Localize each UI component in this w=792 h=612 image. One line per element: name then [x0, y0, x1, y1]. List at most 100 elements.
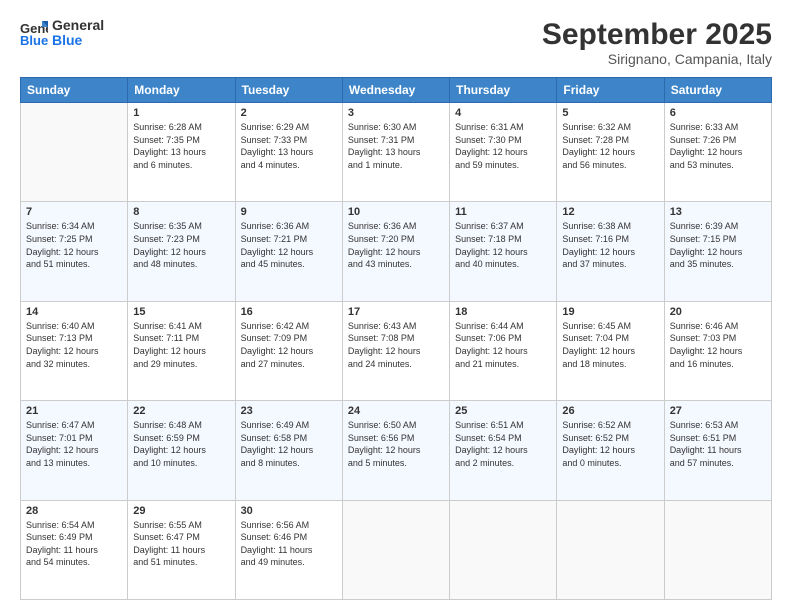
header-row: SundayMondayTuesdayWednesdayThursdayFrid… — [21, 78, 772, 103]
cell-text: Sunrise: 6:45 AM Sunset: 7:04 PM Dayligh… — [562, 320, 658, 370]
calendar-cell: 13 Sunrise: 6:39 AM Sunset: 7:15 PM Dayli… — [664, 202, 771, 301]
logo-blue: Blue — [52, 33, 104, 48]
cell-text: Sunrise: 6:48 AM Sunset: 6:59 PM Dayligh… — [133, 419, 229, 469]
calendar-cell — [21, 103, 128, 202]
cell-text: Sunrise: 6:47 AM Sunset: 7:01 PM Dayligh… — [26, 419, 122, 469]
calendar-cell — [342, 500, 449, 599]
calendar-cell: 24Sunrise: 6:50 AM Sunset: 6:56 PM Dayli… — [342, 401, 449, 500]
day-number: 26 — [562, 405, 658, 417]
cell-text: Sunrise: 6:35 AM Sunset: 7:23 PM Dayligh… — [133, 220, 229, 270]
day-header-sunday: Sunday — [21, 78, 128, 103]
cell-text: Sunrise: 6:28 AM Sunset: 7:35 PM Dayligh… — [133, 121, 229, 171]
day-number: 16 — [241, 306, 337, 318]
cell-text: Sunrise: 6:55 AM Sunset: 6:47 PM Dayligh… — [133, 519, 229, 569]
day-header-saturday: Saturday — [664, 78, 771, 103]
calendar-cell: 2Sunrise: 6:29 AM Sunset: 7:33 PM Daylig… — [235, 103, 342, 202]
calendar-cell: 1Sunrise: 6:28 AM Sunset: 7:35 PM Daylig… — [128, 103, 235, 202]
calendar-cell: 10 Sunrise: 6:36 AM Sunset: 7:20 PM Dayli… — [342, 202, 449, 301]
cell-text: Sunrise: 6:39 AM Sunset: 7:15 PM Dayligh… — [670, 220, 766, 270]
calendar-cell: 28 Sunrise: 6:54 AM Sunset: 6:49 PM Dayli… — [21, 500, 128, 599]
calendar-cell: 14 Sunrise: 6:40 AM Sunset: 7:13 PM Dayli… — [21, 301, 128, 400]
day-number: 13 — [670, 206, 766, 218]
day-number: 30 — [241, 505, 337, 517]
day-number: 19 — [562, 306, 658, 318]
cell-text: Sunrise: 6:37 AM Sunset: 7:18 PM Dayligh… — [455, 220, 551, 270]
calendar-cell: 25Sunrise: 6:51 AM Sunset: 6:54 PM Dayli… — [450, 401, 557, 500]
calendar-cell: 29 Sunrise: 6:55 AM Sunset: 6:47 PM Dayli… — [128, 500, 235, 599]
day-header-monday: Monday — [128, 78, 235, 103]
cell-text: Sunrise: 6:49 AM Sunset: 6:58 PM Dayligh… — [241, 419, 337, 469]
calendar-cell: 11 Sunrise: 6:37 AM Sunset: 7:18 PM Dayli… — [450, 202, 557, 301]
day-number: 22 — [133, 405, 229, 417]
calendar-cell: 3 Sunrise: 6:30 AM Sunset: 7:31 PM Daylig… — [342, 103, 449, 202]
calendar-cell — [664, 500, 771, 599]
month-title: September 2025 — [542, 18, 772, 51]
day-number: 28 — [26, 505, 122, 517]
cell-text: Sunrise: 6:46 AM Sunset: 7:03 PM Dayligh… — [670, 320, 766, 370]
day-number: 14 — [26, 306, 122, 318]
calendar-cell — [450, 500, 557, 599]
cell-text: Sunrise: 6:38 AM Sunset: 7:16 PM Dayligh… — [562, 220, 658, 270]
week-row-2: 7 Sunrise: 6:34 AM Sunset: 7:25 PM Daylig… — [21, 202, 772, 301]
logo: General Blue General Blue — [20, 18, 104, 49]
cell-text: Sunrise: 6:33 AM Sunset: 7:26 PM Dayligh… — [670, 121, 766, 171]
cell-text: Sunrise: 6:43 AM Sunset: 7:08 PM Dayligh… — [348, 320, 444, 370]
day-number: 18 — [455, 306, 551, 318]
cell-text: Sunrise: 6:56 AM Sunset: 6:46 PM Dayligh… — [241, 519, 337, 569]
cell-text: Sunrise: 6:52 AM Sunset: 6:52 PM Dayligh… — [562, 419, 658, 469]
day-number: 20 — [670, 306, 766, 318]
svg-text:Blue: Blue — [20, 33, 48, 47]
cell-text: Sunrise: 6:53 AM Sunset: 6:51 PM Dayligh… — [670, 419, 766, 469]
day-number: 29 — [133, 505, 229, 517]
day-number: 5 — [562, 107, 658, 119]
cell-text: Sunrise: 6:30 AM Sunset: 7:31 PM Dayligh… — [348, 121, 444, 171]
calendar-cell: 9Sunrise: 6:36 AM Sunset: 7:21 PM Daylig… — [235, 202, 342, 301]
cell-text: Sunrise: 6:44 AM Sunset: 7:06 PM Dayligh… — [455, 320, 551, 370]
cell-text: Sunrise: 6:40 AM Sunset: 7:13 PM Dayligh… — [26, 320, 122, 370]
week-row-5: 28 Sunrise: 6:54 AM Sunset: 6:49 PM Dayli… — [21, 500, 772, 599]
calendar-cell: 15 Sunrise: 6:41 AM Sunset: 7:11 PM Dayli… — [128, 301, 235, 400]
day-number: 12 — [562, 206, 658, 218]
cell-text: Sunrise: 6:31 AM Sunset: 7:30 PM Dayligh… — [455, 121, 551, 171]
day-number: 3 — [348, 107, 444, 119]
day-number: 6 — [670, 107, 766, 119]
day-number: 25 — [455, 405, 551, 417]
calendar-table: SundayMondayTuesdayWednesdayThursdayFrid… — [20, 77, 772, 600]
calendar-cell: 23Sunrise: 6:49 AM Sunset: 6:58 PM Dayli… — [235, 401, 342, 500]
day-number: 10 — [348, 206, 444, 218]
week-row-3: 14 Sunrise: 6:40 AM Sunset: 7:13 PM Dayli… — [21, 301, 772, 400]
day-number: 4 — [455, 107, 551, 119]
day-header-thursday: Thursday — [450, 78, 557, 103]
logo-icon: General Blue — [20, 19, 48, 47]
cell-text: Sunrise: 6:29 AM Sunset: 7:33 PM Dayligh… — [241, 121, 337, 171]
cell-text: Sunrise: 6:50 AM Sunset: 6:56 PM Dayligh… — [348, 419, 444, 469]
calendar-cell: 17 Sunrise: 6:43 AM Sunset: 7:08 PM Dayli… — [342, 301, 449, 400]
cell-text: Sunrise: 6:42 AM Sunset: 7:09 PM Dayligh… — [241, 320, 337, 370]
calendar-cell: 19 Sunrise: 6:45 AM Sunset: 7:04 PM Dayli… — [557, 301, 664, 400]
calendar-cell: 6 Sunrise: 6:33 AM Sunset: 7:26 PM Daylig… — [664, 103, 771, 202]
day-header-tuesday: Tuesday — [235, 78, 342, 103]
day-header-wednesday: Wednesday — [342, 78, 449, 103]
calendar-cell — [557, 500, 664, 599]
cell-text: Sunrise: 6:54 AM Sunset: 6:49 PM Dayligh… — [26, 519, 122, 569]
calendar-cell: 7 Sunrise: 6:34 AM Sunset: 7:25 PM Daylig… — [21, 202, 128, 301]
day-number: 8 — [133, 206, 229, 218]
calendar-cell: 5Sunrise: 6:32 AM Sunset: 7:28 PM Daylig… — [557, 103, 664, 202]
cell-text: Sunrise: 6:36 AM Sunset: 7:21 PM Dayligh… — [241, 220, 337, 270]
day-number: 15 — [133, 306, 229, 318]
calendar-cell: 4 Sunrise: 6:31 AM Sunset: 7:30 PM Daylig… — [450, 103, 557, 202]
title-block: September 2025 Sirignano, Campania, Ital… — [542, 18, 772, 67]
day-number: 7 — [26, 206, 122, 218]
day-number: 11 — [455, 206, 551, 218]
calendar-cell: 18 Sunrise: 6:44 AM Sunset: 7:06 PM Dayli… — [450, 301, 557, 400]
calendar-cell: 30 Sunrise: 6:56 AM Sunset: 6:46 PM Dayli… — [235, 500, 342, 599]
calendar-cell: 20 Sunrise: 6:46 AM Sunset: 7:03 PM Dayli… — [664, 301, 771, 400]
logo-general: General — [52, 18, 104, 33]
cell-text: Sunrise: 6:41 AM Sunset: 7:11 PM Dayligh… — [133, 320, 229, 370]
cell-text: Sunrise: 6:34 AM Sunset: 7:25 PM Dayligh… — [26, 220, 122, 270]
calendar-cell: 16 Sunrise: 6:42 AM Sunset: 7:09 PM Dayli… — [235, 301, 342, 400]
calendar-cell: 8 Sunrise: 6:35 AM Sunset: 7:23 PM Daylig… — [128, 202, 235, 301]
cell-text: Sunrise: 6:36 AM Sunset: 7:20 PM Dayligh… — [348, 220, 444, 270]
day-number: 17 — [348, 306, 444, 318]
week-row-4: 21Sunrise: 6:47 AM Sunset: 7:01 PM Dayli… — [21, 401, 772, 500]
